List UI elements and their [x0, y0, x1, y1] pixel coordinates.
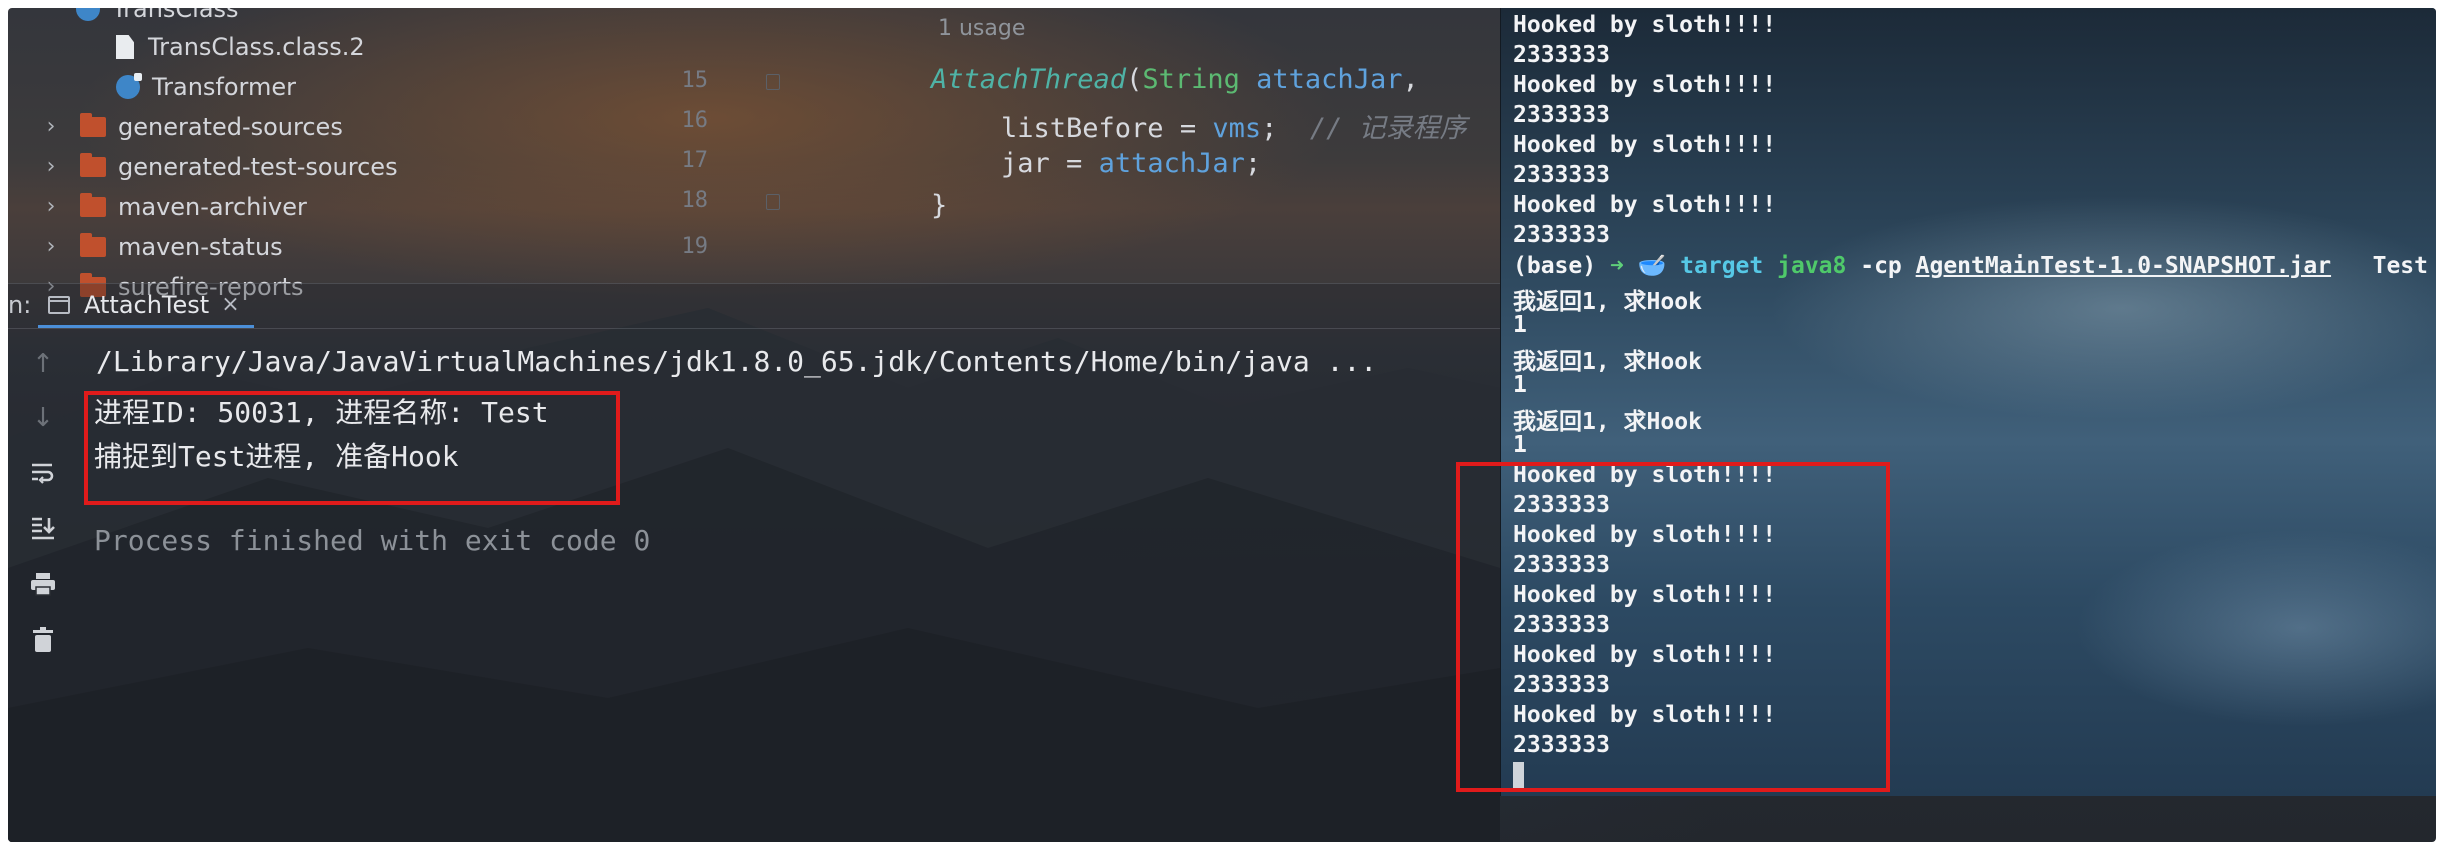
- tree-item-transclass-class-2[interactable]: TransClass.class.2: [116, 28, 365, 66]
- prompt-flag: -cp: [1860, 253, 1902, 279]
- soft-wrap-icon[interactable]: [26, 455, 60, 489]
- run-tab-bar: n: AttachTest ×: [8, 283, 1500, 329]
- terminal-line: Hooked by sloth!!!!: [1513, 132, 1777, 158]
- code-punct: ;: [1244, 148, 1262, 179]
- code-punct: ,: [1402, 64, 1419, 95]
- tree-item-label: TransClass: [112, 8, 239, 23]
- arrow-down-icon[interactable]: ↓: [26, 401, 60, 435]
- code-comment: // 记录程序: [1309, 113, 1467, 144]
- chevron-right-icon[interactable]: ›: [40, 228, 62, 266]
- line-number: 16: [681, 108, 709, 133]
- tree-item-label: Transformer: [152, 73, 297, 101]
- bowl-icon: 🥣: [1637, 253, 1667, 279]
- scroll-to-end-icon[interactable]: [26, 511, 60, 545]
- code-op: =: [1163, 113, 1213, 144]
- prompt-arrow-icon: ➜: [1609, 253, 1624, 279]
- prompt-env: (base): [1513, 253, 1597, 279]
- terminal-line: Hooked by sloth!!!!: [1513, 192, 1777, 218]
- folder-icon: [80, 113, 106, 137]
- run-tool-window: n: AttachTest × ↑ ↓ /Library/Java/JavaVi…: [8, 283, 1500, 842]
- code-punct: ;: [1261, 113, 1278, 144]
- console-command: /Library/Java/JavaVirtualMachines/jdk1.8…: [96, 345, 1378, 378]
- tree-item-maven-archiver[interactable]: › maven-archiver: [40, 188, 307, 226]
- code-method: AttachThread: [931, 64, 1127, 95]
- terminal-line: 1: [1513, 372, 1527, 398]
- chevron-right-icon[interactable]: ›: [40, 188, 62, 226]
- trash-icon[interactable]: [26, 623, 60, 657]
- code-param: attachJar: [1256, 64, 1403, 95]
- terminal-line: 2333333: [1513, 102, 1610, 128]
- project-tree: TransClass TransClass.class.2 Transforme…: [8, 8, 648, 301]
- folder-icon: [80, 153, 106, 177]
- code-punct: (: [1126, 64, 1143, 95]
- tab-attachtest[interactable]: AttachTest ×: [38, 284, 254, 328]
- terminal-line: Hooked by sloth!!!!: [1513, 72, 1777, 98]
- class-icon: [116, 73, 142, 99]
- print-icon[interactable]: [26, 567, 60, 601]
- line-number: 19: [681, 234, 709, 259]
- fold-icon[interactable]: [766, 194, 780, 210]
- line-number: 17: [681, 148, 709, 173]
- tree-item-label: maven-status: [118, 233, 283, 261]
- terminal-line: Hooked by sloth!!!!: [1513, 12, 1777, 38]
- fold-icon[interactable]: [766, 74, 780, 90]
- code-type: String: [1142, 64, 1240, 95]
- folder-icon: [80, 233, 106, 257]
- line-number: 18: [681, 188, 709, 213]
- code-op: =: [1049, 148, 1099, 179]
- tab-label: AttachTest: [84, 290, 210, 319]
- usage-hint[interactable]: 1 usage: [938, 16, 1025, 41]
- code-line-16[interactable]: listBefore = vms; // 记录程序: [1001, 106, 1467, 145]
- terminal-prompt: (base) ➜ 🥣 target java8 -cp AgentMainTes…: [1513, 252, 2428, 279]
- terminal-line: 我返回1, 求Hook: [1513, 349, 1702, 375]
- terminal-line: 2333333: [1513, 42, 1610, 68]
- code-line-15[interactable]: AttachThread(String attachJar,: [931, 64, 1419, 95]
- terminal-line: 2333333: [1513, 222, 1610, 248]
- tree-item-label: TransClass.class.2: [148, 33, 365, 61]
- file-icon: [116, 35, 134, 59]
- tree-item-label: maven-archiver: [118, 193, 307, 221]
- chevron-right-icon[interactable]: ›: [40, 108, 62, 146]
- tree-item-generated-sources[interactable]: › generated-sources: [40, 108, 343, 146]
- class-icon: [76, 8, 100, 21]
- terminal-line: 1: [1513, 312, 1527, 338]
- tree-item-transformer[interactable]: Transformer: [116, 68, 296, 106]
- terminal-line: 1: [1513, 432, 1527, 458]
- arrow-up-icon[interactable]: ↑: [26, 347, 60, 381]
- terminal-line: 我返回1, 求Hook: [1513, 409, 1702, 435]
- line-number: 15: [681, 68, 709, 93]
- prompt-arg: Test: [2372, 253, 2428, 279]
- code-editor[interactable]: 1 usage 15 16 17 18 19 AttachThread(Stri…: [648, 8, 1500, 282]
- tree-item-maven-status[interactable]: › maven-status: [40, 228, 283, 266]
- code-value: vms: [1212, 113, 1262, 144]
- screenshot-frame: TransClass TransClass.class.2 Transforme…: [8, 8, 2436, 842]
- prompt-jar: AgentMainTest-1.0-SNAPSHOT.jar: [1915, 253, 2332, 279]
- highlight-box: [1456, 462, 1890, 792]
- console-tab-icon: [48, 295, 70, 314]
- code-brace: }: [931, 190, 948, 221]
- terminal-line: 2333333: [1513, 162, 1610, 188]
- tree-item-label: generated-test-sources: [118, 153, 398, 181]
- code-var: listBefore: [1001, 113, 1164, 144]
- tree-item-transclass[interactable]: TransClass: [76, 8, 239, 28]
- tree-item-label: generated-sources: [118, 113, 343, 141]
- prompt-dir: target: [1680, 253, 1764, 279]
- tree-item-generated-test-sources[interactable]: › generated-test-sources: [40, 148, 398, 186]
- console-exit-message: Process finished with exit code 0: [94, 524, 651, 557]
- code-line-18[interactable]: }: [931, 190, 947, 221]
- chevron-right-icon[interactable]: ›: [40, 148, 62, 186]
- run-label: n:: [8, 291, 32, 319]
- close-icon[interactable]: ×: [221, 292, 239, 317]
- run-toolbar: ↑ ↓: [8, 327, 78, 842]
- prompt-command: java8: [1777, 253, 1847, 279]
- highlight-box: [84, 391, 620, 505]
- folder-icon: [80, 193, 106, 217]
- code-var: jar: [1001, 148, 1050, 179]
- code-line-17[interactable]: jar = attachJar;: [1001, 148, 1261, 179]
- terminal-line: 我返回1, 求Hook: [1513, 289, 1702, 315]
- code-value: attachJar: [1098, 148, 1245, 179]
